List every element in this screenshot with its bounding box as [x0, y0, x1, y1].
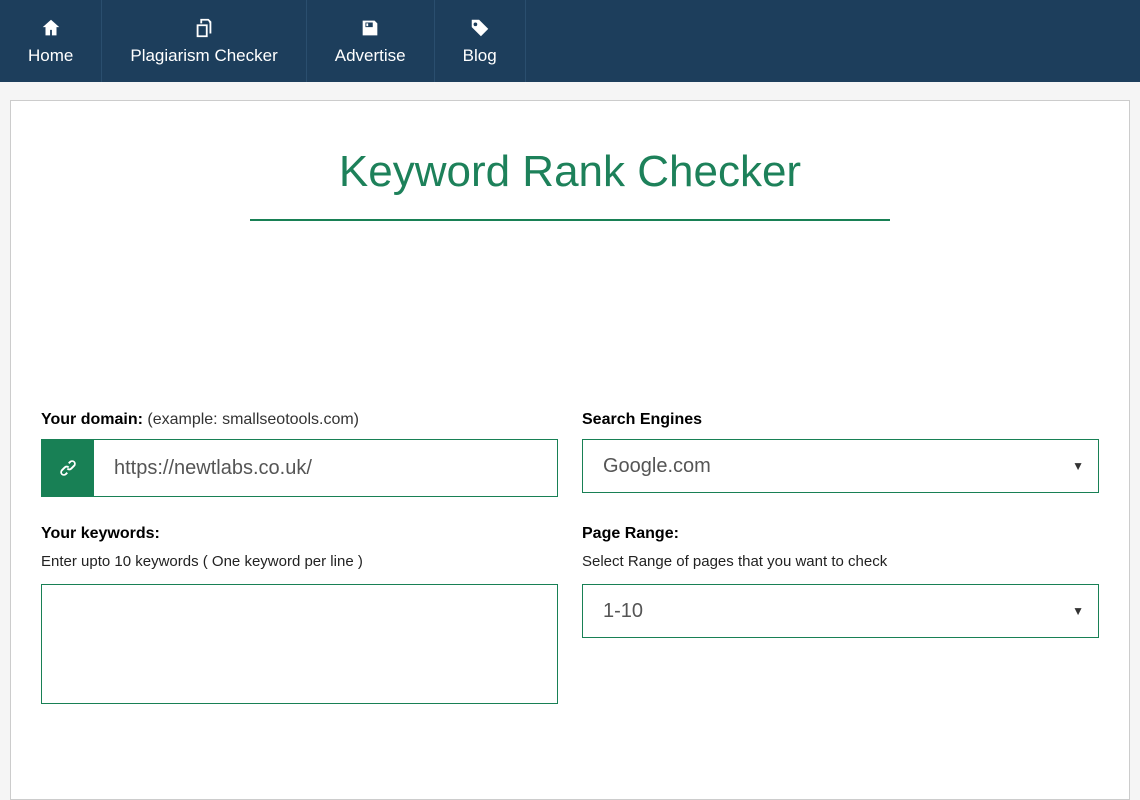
search-engines-value: Google.com — [603, 455, 711, 478]
search-engines-group: Search Engines Google.com ▼ — [582, 411, 1099, 497]
search-engines-select[interactable]: Google.com ▼ — [582, 439, 1099, 493]
nav-home[interactable]: Home — [0, 0, 102, 82]
nav-plagiarism-label: Plagiarism Checker — [130, 46, 277, 66]
domain-group: Your domain: (example: smallseotools.com… — [41, 411, 558, 497]
nav-blog-label: Blog — [463, 46, 497, 66]
nav-plagiarism-checker[interactable]: Plagiarism Checker — [102, 0, 306, 82]
domain-input-group — [41, 439, 558, 497]
nav-advertise[interactable]: Advertise — [307, 0, 435, 82]
chevron-down-icon: ▼ — [1072, 459, 1084, 473]
page-range-sub: Select Range of pages that you want to c… — [582, 553, 1099, 570]
page-range-label: Page Range: — [582, 525, 679, 542]
domain-label: Your domain: — [41, 411, 143, 428]
keywords-label: Your keywords: — [41, 525, 160, 542]
save-icon — [358, 16, 382, 40]
keywords-textarea[interactable] — [41, 584, 558, 704]
main-card: Keyword Rank Checker Your domain: (examp… — [10, 100, 1130, 800]
chevron-down-icon: ▼ — [1072, 604, 1084, 618]
page-range-select[interactable]: 1-10 ▼ — [582, 584, 1099, 638]
title-rule — [250, 219, 890, 221]
nav-blog[interactable]: Blog — [435, 0, 526, 82]
nav-advertise-label: Advertise — [335, 46, 406, 66]
keywords-sub: Enter upto 10 keywords ( One keyword per… — [41, 553, 558, 570]
page-title: Keyword Rank Checker — [41, 147, 1099, 197]
domain-hint: (example: smallseotools.com) — [147, 411, 359, 428]
page-range-value: 1-10 — [603, 600, 643, 623]
keywords-group: Your keywords: Enter upto 10 keywords ( … — [41, 525, 558, 709]
link-icon — [42, 440, 94, 496]
copy-icon — [192, 16, 216, 40]
domain-input[interactable] — [94, 440, 557, 496]
page-range-group: Page Range: Select Range of pages that y… — [582, 525, 1099, 709]
nav-home-label: Home — [28, 46, 73, 66]
navbar: Home Plagiarism Checker Advertise Blog — [0, 0, 1140, 82]
tag-icon — [468, 16, 492, 40]
search-engines-label: Search Engines — [582, 411, 702, 428]
home-icon — [39, 16, 63, 40]
